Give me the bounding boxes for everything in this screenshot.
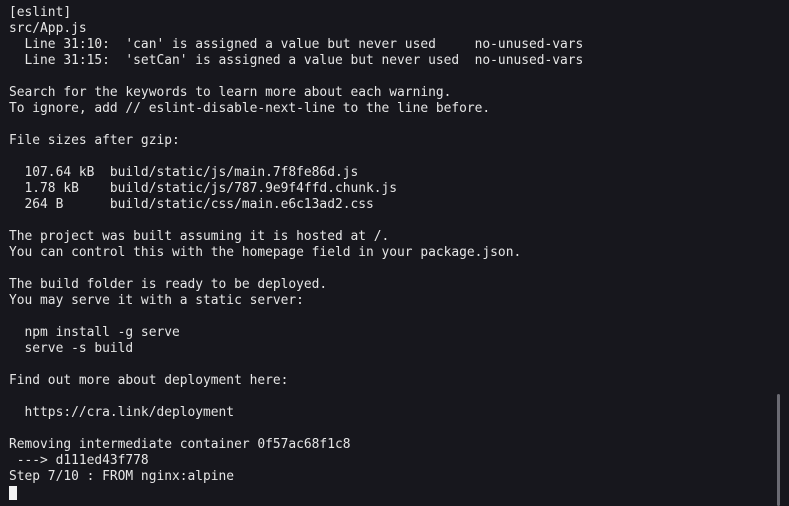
prompt-line[interactable] [9, 485, 769, 501]
output-line: Find out more about deployment here: [9, 373, 289, 388]
output-line: 107.64 kB build/static/js/main.7f8fe86d.… [9, 165, 359, 180]
output-line: To ignore, add // eslint-disable-next-li… [9, 101, 491, 116]
output-line: src/App.js [9, 21, 87, 36]
output-line: You can control this with the homepage f… [9, 245, 522, 260]
output-line: [eslint] [9, 5, 72, 20]
output-line: ---> d111ed43f778 [9, 453, 149, 468]
output-line: The build folder is ready to be deployed… [9, 277, 328, 292]
output-line: Line 31:10: 'can' is assigned a value bu… [9, 37, 584, 52]
output-line: You may serve it with a static server: [9, 293, 304, 308]
output-line: Step 7/10 : FROM nginx:alpine [9, 469, 235, 484]
terminal-cursor [9, 486, 17, 500]
terminal-window[interactable]: [eslint] src/App.js Line 31:10: 'can' is… [0, 0, 789, 506]
output-line: Removing intermediate container 0f57ac68… [9, 437, 351, 452]
output-line: 1.78 kB build/static/js/787.9e9f4ffd.chu… [9, 181, 398, 196]
output-line: The project was built assuming it is hos… [9, 229, 390, 244]
terminal-output: [eslint] src/App.js Line 31:10: 'can' is… [9, 5, 769, 501]
output-line: File sizes after gzip: [9, 133, 180, 148]
output-line: npm install -g serve [9, 325, 180, 340]
output-line: serve -s build [9, 341, 134, 356]
output-line: Search for the keywords to learn more ab… [9, 85, 452, 100]
scrollbar-thumb[interactable] [777, 394, 780, 506]
output-line: https://cra.link/deployment [9, 405, 235, 420]
scrollbar[interactable] [775, 0, 789, 506]
output-line: Line 31:15: 'setCan' is assigned a value… [9, 53, 584, 68]
output-line: 264 B build/static/css/main.e6c13ad2.css [9, 197, 374, 212]
